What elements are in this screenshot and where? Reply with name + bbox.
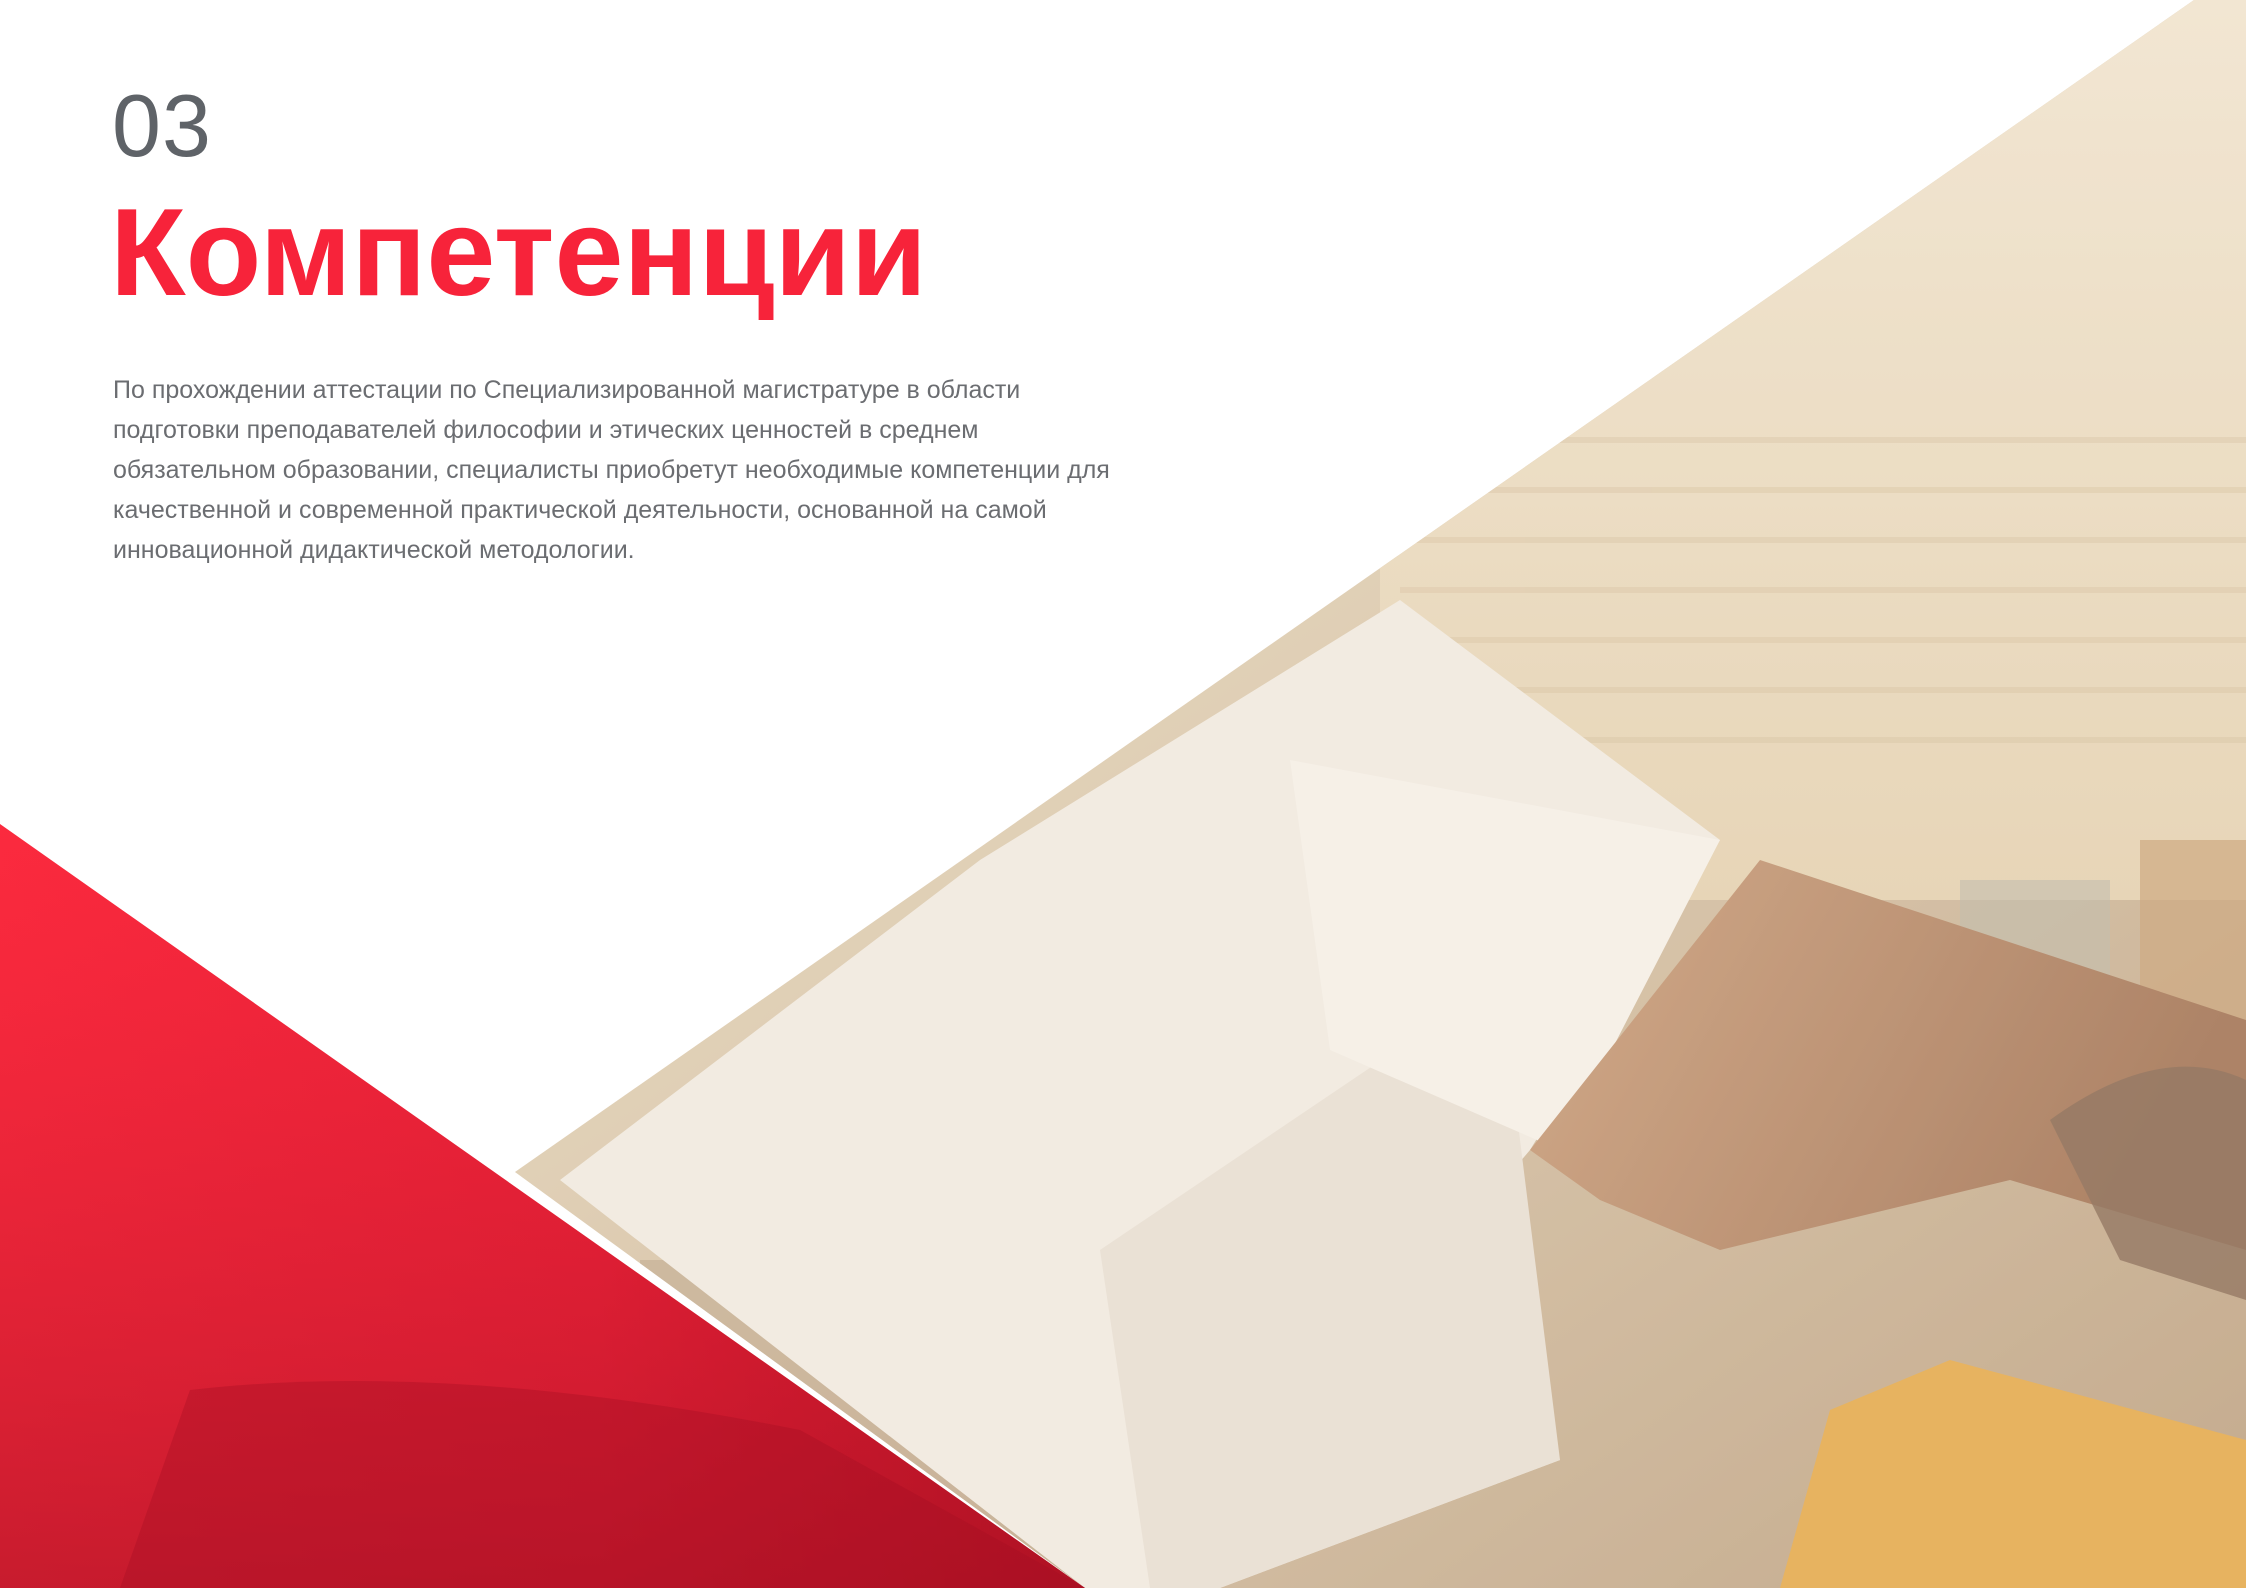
- section-number: 03: [112, 76, 212, 175]
- section-title: Компетенции: [110, 184, 928, 322]
- page: 03 Компетенции По прохождении аттестации…: [0, 0, 2246, 1588]
- intro-paragraph: По прохождении аттестации по Специализир…: [113, 376, 1110, 564]
